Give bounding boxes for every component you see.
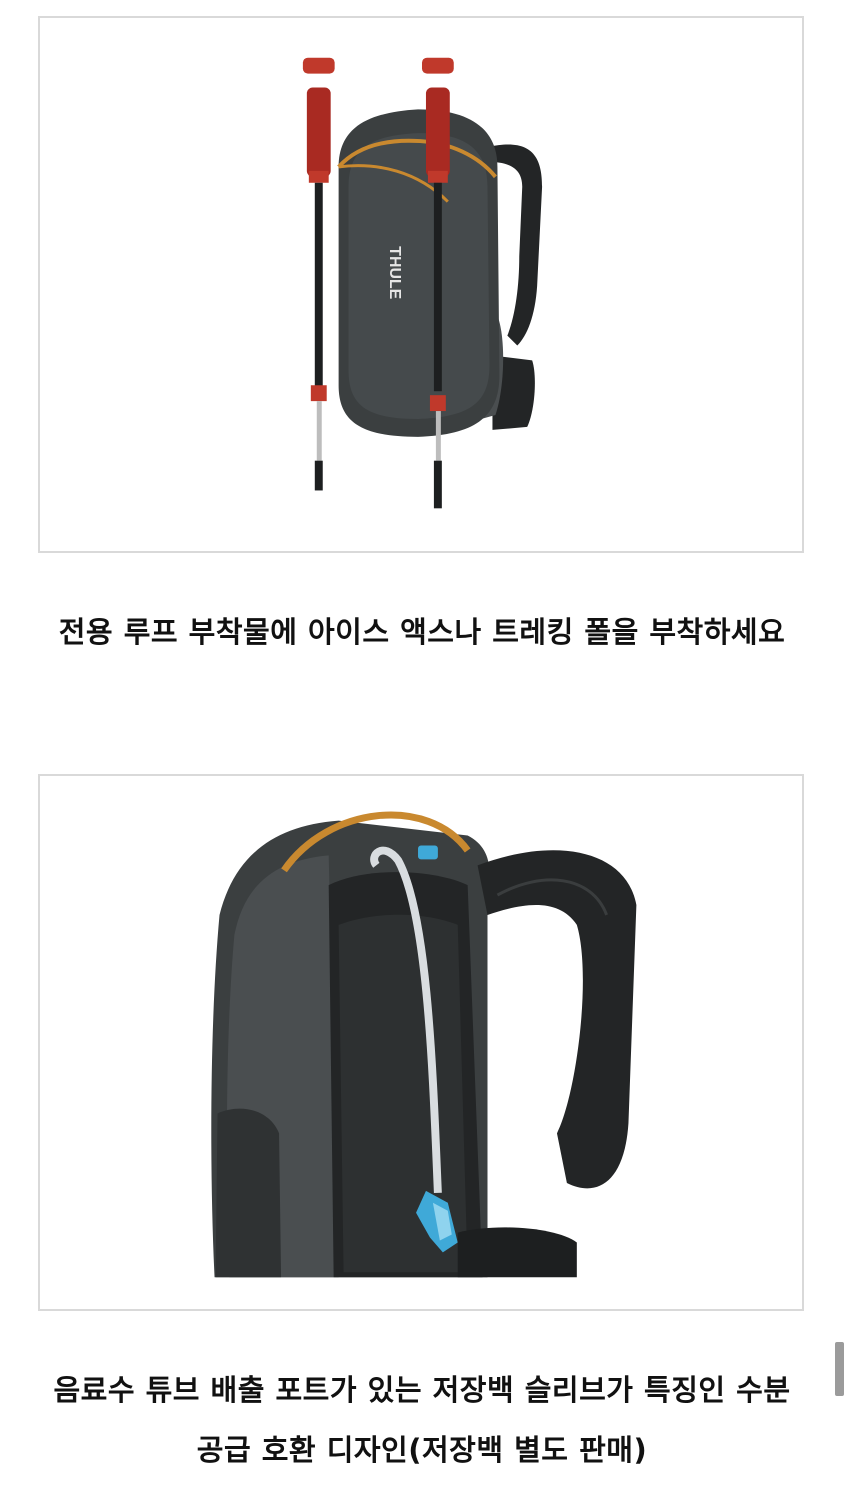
image-caption: 음료수 튜브 배출 포트가 있는 저장백 슬리브가 특징인 수분 공급 호환 디… [53,1373,791,1467]
brand-logo: THULE [386,246,403,299]
trekking-pole-left [302,57,335,491]
image-caption: 전용 루프 부착물에 아이스 액스나 트레킹 폴을 부착하세요 [58,615,786,649]
backpack-back-hydration-sleeve-image [211,811,637,1278]
scrollbar-thumb[interactable] [835,1342,844,1396]
product-image-frame [38,774,804,1311]
product-image-frame: THULE [38,16,804,553]
backpack-front-with-trekking-poles-image: THULE [302,57,543,509]
